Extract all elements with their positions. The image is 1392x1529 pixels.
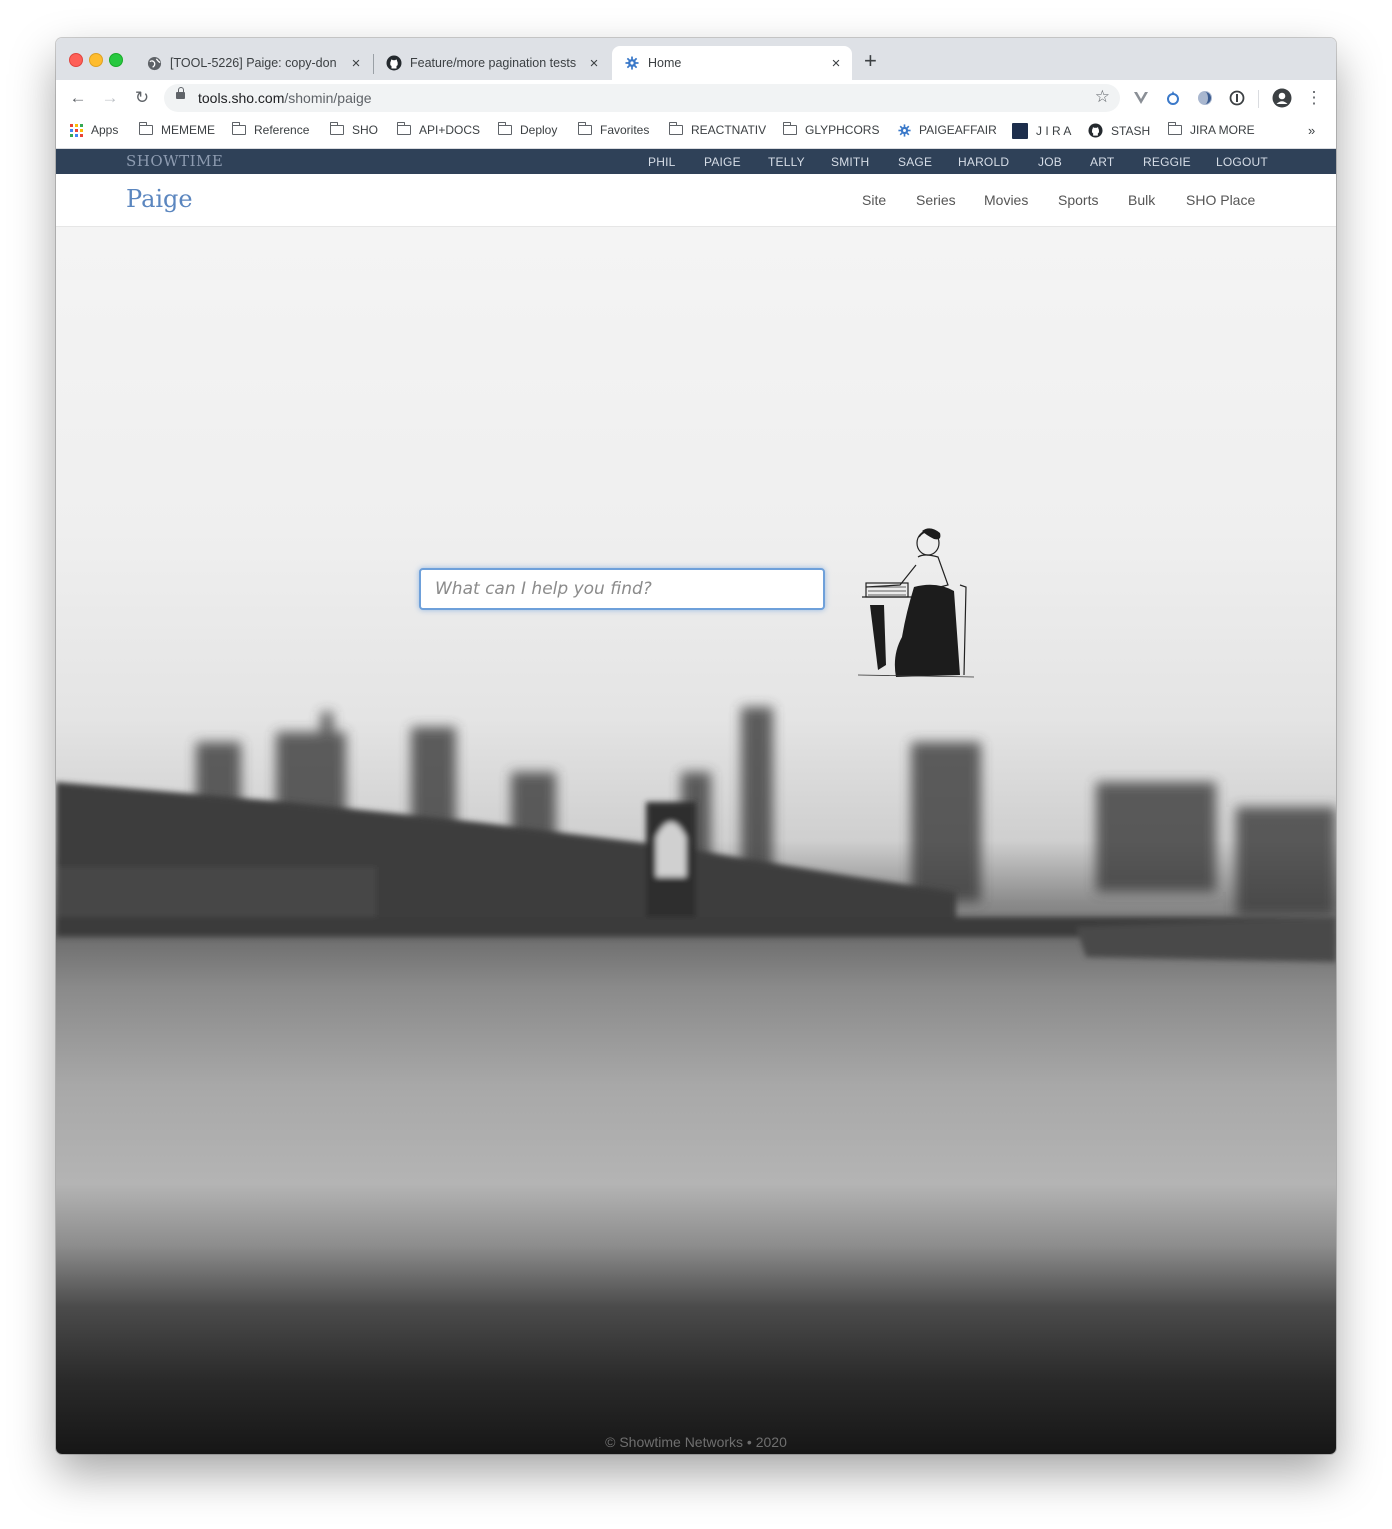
hero-background: © Showtime Networks • 2020 <box>56 227 1336 1454</box>
topnav-phil[interactable]: PHIL <box>648 155 675 169</box>
topnav-reggie[interactable]: REGGIE <box>1143 155 1191 169</box>
reload-icon[interactable]: ↻ <box>132 88 152 108</box>
folder-icon <box>577 122 592 135</box>
tab-close-icon[interactable]: × <box>584 55 604 72</box>
folder-icon <box>782 122 797 135</box>
github-icon <box>1088 123 1103 138</box>
address-bar[interactable]: tools.sho.com/shomin/paige ☆ <box>164 84 1120 112</box>
typist-illustration <box>857 528 975 678</box>
topnav-telly[interactable]: TELLY <box>768 155 805 169</box>
tab-title: [TOOL-5226] Paige: copy-don <box>170 56 337 70</box>
github-icon <box>386 55 402 71</box>
bookmark-mememe[interactable]: MEMEME <box>138 122 215 137</box>
site-top-nav: SHOWTIME PHIL PAIGE TELLY SMITH SAGE HAR… <box>56 149 1336 174</box>
apps-grid-icon <box>70 123 83 137</box>
gear-icon <box>624 55 640 71</box>
bookmark-favorites[interactable]: Favorites <box>577 122 649 137</box>
forward-arrow-icon[interactable]: → <box>100 88 120 108</box>
bookmark-apps[interactable]: Apps <box>70 123 118 137</box>
bookmark-paigeaffair[interactable]: PAIGEAFFAIR <box>898 123 997 137</box>
lock-icon <box>176 87 185 99</box>
gear-icon <box>898 123 911 137</box>
globe-icon <box>146 55 162 71</box>
profile-avatar-icon[interactable] <box>1272 88 1292 108</box>
paige-brand[interactable]: Paige <box>126 185 193 213</box>
subnav-movies[interactable]: Movies <box>984 192 1028 208</box>
vue-devtools-icon[interactable] <box>1133 90 1149 106</box>
folder-icon <box>497 122 512 135</box>
skyline-photo <box>56 707 1336 962</box>
bookmark-jira[interactable]: J I R A <box>1012 123 1071 139</box>
subnav-sports[interactable]: Sports <box>1058 192 1098 208</box>
folder-icon <box>396 122 411 135</box>
tab-home[interactable]: Home × <box>612 46 852 80</box>
tab-tool-5226[interactable]: [TOOL-5226] Paige: copy-don × <box>134 46 372 80</box>
bookmark-jira-more[interactable]: JIRA MORE <box>1167 122 1255 137</box>
topnav-sage[interactable]: SAGE <box>898 155 932 169</box>
showtime-logo[interactable]: SHOWTIME <box>126 152 223 170</box>
tab-strip: [TOOL-5226] Paige: copy-don × Feature/mo… <box>56 38 1336 80</box>
close-window-button[interactable] <box>69 53 83 67</box>
tab-close-icon[interactable]: × <box>826 55 846 72</box>
tab-close-icon[interactable]: × <box>346 55 366 72</box>
menu-kebab-icon[interactable]: ⋮ <box>1304 88 1324 108</box>
new-tab-button[interactable]: + <box>864 50 877 72</box>
extension-drop-icon[interactable] <box>1165 90 1181 106</box>
bookmark-sho[interactable]: SHO <box>329 122 378 137</box>
url-text[interactable]: tools.sho.com/shomin/paige <box>198 90 372 106</box>
subnav-bulk[interactable]: Bulk <box>1128 192 1155 208</box>
topnav-job[interactable]: JOB <box>1038 155 1062 169</box>
sho-badge-icon <box>1012 123 1028 139</box>
password-manager-icon[interactable] <box>1229 90 1245 106</box>
tab-title: Feature/more pagination tests <box>410 56 577 70</box>
folder-icon <box>668 122 683 135</box>
topnav-smith[interactable]: SMITH <box>831 155 869 169</box>
folder-icon <box>329 122 344 135</box>
topnav-harold[interactable]: HAROLD <box>958 155 1009 169</box>
topnav-art[interactable]: ART <box>1090 155 1114 169</box>
minimize-window-button[interactable] <box>89 53 103 67</box>
browser-window: [TOOL-5226] Paige: copy-don × Feature/mo… <box>56 38 1336 1454</box>
back-arrow-icon[interactable]: ← <box>68 88 88 108</box>
bookmarks-bar: Apps MEMEME Reference SHO API+DOCS Deplo… <box>56 116 1336 149</box>
footer-copyright: © Showtime Networks • 2020 <box>605 1434 787 1450</box>
app-header: Paige Site Series Movies Sports Bulk SHO… <box>56 174 1336 227</box>
bookmark-stash[interactable]: STASH <box>1088 123 1150 138</box>
maximize-window-button[interactable] <box>109 53 123 67</box>
browser-toolbar: ← → ↻ tools.sho.com/shomin/paige ☆ ⋮ <box>56 80 1336 116</box>
bookmark-reactnativ[interactable]: REACTNATIV <box>668 122 766 137</box>
bookmark-api-docs[interactable]: API+DOCS <box>396 122 480 137</box>
bookmark-glyphcors[interactable]: GLYPHCORS <box>782 122 879 137</box>
extension-orb-icon[interactable] <box>1197 90 1213 106</box>
topnav-logout[interactable]: LOGOUT <box>1216 155 1268 169</box>
bookmarks-overflow-button[interactable]: » <box>1308 123 1315 138</box>
search-input[interactable] <box>419 568 825 610</box>
bookmark-reference[interactable]: Reference <box>231 122 309 137</box>
subnav-site[interactable]: Site <box>862 192 886 208</box>
folder-icon <box>1167 122 1182 135</box>
folder-icon <box>231 122 246 135</box>
subnav-series[interactable]: Series <box>916 192 956 208</box>
folder-icon <box>138 122 153 135</box>
bookmark-star-icon[interactable]: ☆ <box>1095 87 1110 107</box>
toolbar-divider <box>1258 90 1259 108</box>
tab-title: Home <box>648 56 682 70</box>
tab-github-pagination[interactable]: Feature/more pagination tests × <box>374 46 610 80</box>
topnav-paige[interactable]: PAIGE <box>704 155 741 169</box>
subnav-sho-place[interactable]: SHO Place <box>1186 192 1255 208</box>
bookmark-deploy[interactable]: Deploy <box>497 122 557 137</box>
